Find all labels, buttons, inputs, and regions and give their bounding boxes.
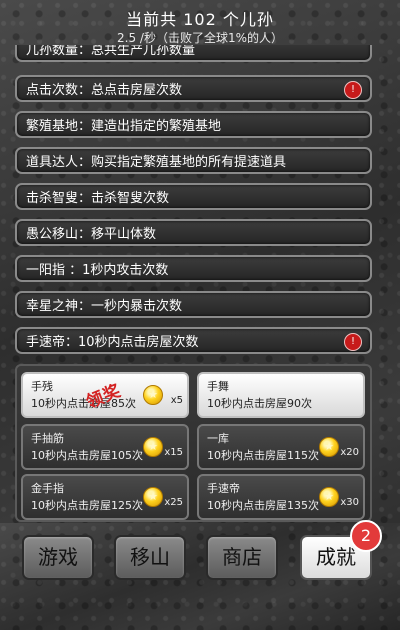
reward-card-jinshouzhi[interactable]: 金手指 10秒内点击房屋125次 x25 [21,474,189,520]
alert-badge-icon: ! [344,81,362,99]
achievement-label: 一阳指 ：1秒内攻击次数 [26,263,169,278]
achievement-row-yugong[interactable]: 愚公移山：移平山体数 [15,219,372,246]
achievement-label: 愚公移山：移平山体数 [26,227,157,242]
gold-coin-icon [143,487,163,507]
alert-badge-icon: ! [344,333,362,351]
reward-card-shouchoujin[interactable]: 手抽筋 10秒内点击房屋105次 x15 [21,424,189,470]
achievement-list[interactable]: 儿孙数量：总共生产儿孙数量 点击次数：总点击房屋次数 ! 繁殖基地：建造出指定的… [0,45,400,363]
achievement-label: 点击次数：总点击房屋次数 [26,83,183,98]
reward-name: 手舞 [207,380,229,393]
reward-card-shousudi[interactable]: 手速帝 10秒内点击房屋135次 x30 [197,474,365,520]
nav-shop-button[interactable]: 商店 [206,535,278,580]
descendant-count-title: 当前共 102 个儿孙 [126,10,274,29]
gold-coin-icon [143,437,163,457]
achievement-label: 道具达人：购买指定繁殖基地的所有提速道具 [26,155,287,170]
bottom-nav: 游戏 移山 商店 成就 [0,523,400,630]
gold-coin-icon [319,487,339,507]
nav-move-mountain-button[interactable]: 移山 [114,535,186,580]
achievement-row-breeding-base[interactable]: 繁殖基地：建造出指定的繁殖基地 [15,111,372,138]
reward-desc: 10秒内点击房屋90次 [207,397,312,410]
reward-multiplier: x5 [170,395,183,406]
rate-subtitle: 2.5 /秒（击败了全球1%的人） [117,31,283,45]
achievement-label: 繁殖基地：建造出指定的繁殖基地 [26,119,222,134]
notification-badge-icon: 2 [350,520,382,552]
achievement-label: 手速帝：10秒内点击房屋次数 [26,335,199,350]
achievement-row-kill-zhisou[interactable]: 击杀智叟：击杀智叟次数 [15,183,372,210]
nav-game-button[interactable]: 游戏 [22,535,94,580]
reward-multiplier: x15 [164,447,183,458]
reward-multiplier: x20 [340,447,359,458]
reward-card-shouwu[interactable]: 手舞 10秒内点击房屋90次 [197,372,365,418]
achievement-row-clicks[interactable]: 点击次数：总点击房屋次数 ! [15,75,372,102]
achievement-row-item-master[interactable]: 道具达人：购买指定繁殖基地的所有提速道具 [15,147,372,174]
header: 当前共 102 个儿孙 2.5 /秒（击败了全球1%的人） [0,0,400,50]
reward-card-yiku[interactable]: 一库 10秒内点击房屋115次 x20 [197,424,365,470]
reward-panel: 手残 10秒内点击房屋85次 x5 领奖 手舞 10秒内点击房屋90次 手抽筋 … [15,364,372,522]
reward-card-shoucan[interactable]: 手残 10秒内点击房屋85次 x5 领奖 [21,372,189,418]
achievement-row-one-finger[interactable]: 一阳指 ：1秒内攻击次数 [15,255,372,282]
achievement-label: 击杀智叟：击杀智叟次数 [26,191,170,206]
achievement-row-fast-hands[interactable]: 手速帝：10秒内点击房屋次数 ! [15,327,372,354]
reward-multiplier: x30 [340,497,359,508]
reward-multiplier: x25 [164,497,183,508]
gold-coin-icon [143,385,163,405]
achievement-row-lucky-star[interactable]: 幸星之神：一秒内暴击次数 [15,291,372,318]
gold-coin-icon [319,437,339,457]
achievement-label: 幸星之神：一秒内暴击次数 [26,299,183,314]
